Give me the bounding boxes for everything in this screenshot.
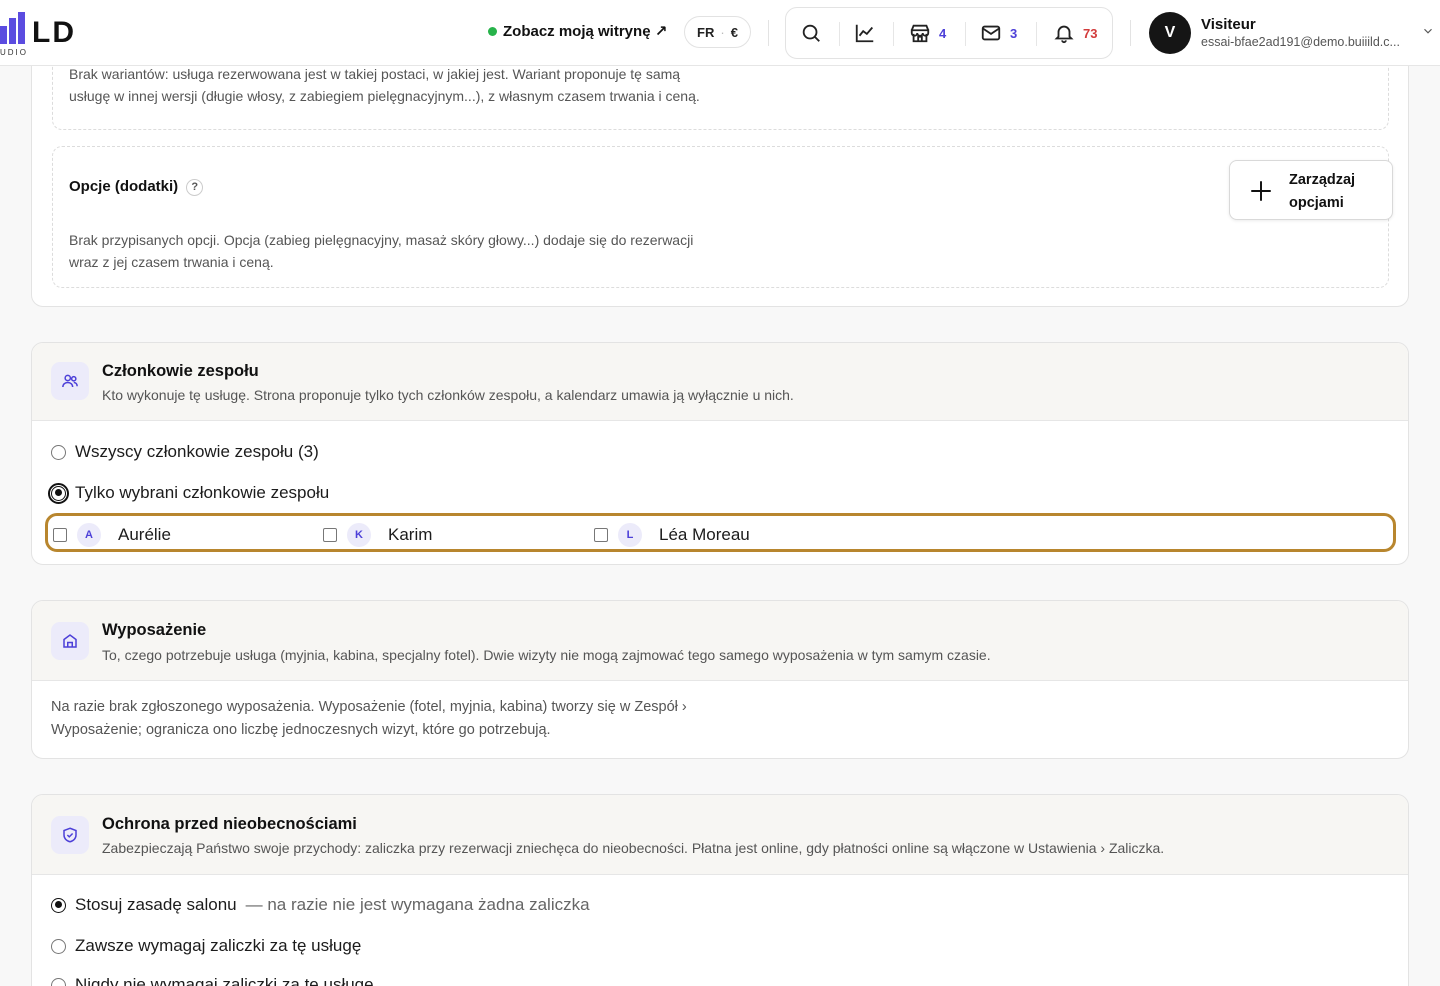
radio-selected-members-label: Tylko wybrani członkowie zespołu [75,483,330,502]
radio-circle[interactable] [51,444,66,460]
language-code: FR [697,24,715,40]
member-name: Léa Moreau [659,525,750,544]
variants-text-line: Brak wariantów: usługa rezerwowana jest … [69,66,681,82]
online-status-dot [488,26,497,36]
toolbar-divider [839,22,840,46]
member-checkbox-karim[interactable]: K Karim [323,523,432,547]
radio-circle[interactable] [51,938,66,954]
shop-count-badge: 4 [939,25,947,41]
notifications-button[interactable]: 73 [1053,22,1097,44]
radio-salon-policy-label: Stosuj zasadę salonu [75,895,237,914]
radio-salon-policy[interactable]: Stosuj zasadę salonu — na razie nie jest… [51,895,590,915]
equipment-text-line: Na razie brak zgłoszonego wyposażenia. W… [51,699,687,715]
manage-options-button[interactable]: Zarządzaj opcjami [1229,160,1393,220]
options-title: Opcje (dodatki) [69,178,179,195]
member-avatar: A [77,523,101,547]
header-toolbar: 4 3 73 [785,7,1113,59]
team-members-card: Członkowie zespołu Kto wykonuje tę usług… [31,342,1409,565]
messages-button[interactable]: 3 [980,22,1017,44]
plus-icon [1251,181,1271,201]
user-avatar[interactable]: V [1149,12,1191,54]
member-name: Karim [388,525,433,544]
noshow-protection-card: Ochrona przed nieobecnościami Zabezpiecz… [31,794,1409,986]
team-description: Kto wykonuje tę usługę. Strona proponuje… [102,387,794,403]
radio-never-deposit-label: Nigdy nie wymagaj zaliczki za tę usługę [75,975,374,986]
mail-count-badge: 3 [1010,25,1018,41]
bell-icon [1054,25,1074,44]
equipment-description: To, czego potrzebuje usługa (myjnia, kab… [102,647,991,663]
team-icon-badge [51,362,89,400]
radio-circle[interactable] [51,977,66,986]
shield-check-icon [63,827,77,843]
variants-text-line: usługę w innej wersji (długie włosy, z z… [69,88,700,104]
view-site-label: Zobacz moją witrynę ↗ [503,23,668,40]
radio-circle-selected[interactable] [51,897,66,913]
header-divider [768,20,769,46]
radio-circle-selected[interactable] [48,482,69,504]
equipment-empty-text: Na razie brak zgłoszonego wyposażenia. W… [51,696,687,742]
noshow-card-header: Ochrona przed nieobecnościami Zabezpiecz… [32,795,1408,875]
radio-selected-members[interactable]: Tylko wybrani członkowie zespołu [48,482,330,504]
chart-line-icon [855,24,874,43]
users-icon [62,374,78,388]
radio-all-members-label: Wszyscy członkowie zespołu (3) [75,442,319,461]
brand-logo[interactable]: LD UDIO [0,10,96,58]
noshow-icon-badge [51,816,89,854]
member-name: Aurélie [118,525,171,544]
home-icon [63,634,77,648]
mail-icon [981,25,1001,41]
help-icon[interactable]: ? [186,178,204,196]
options-title-row: Opcje (dodatki)? [69,178,204,196]
member-checkbox[interactable] [594,528,608,542]
team-title: Członkowie zespołu [102,362,259,380]
options-box: Opcje (dodatki)? Zarządzaj opcjami Brak … [52,146,1393,288]
store-icon [910,24,930,43]
member-selection-group: A Aurélie K Karim L Léa Moreau [45,513,1396,552]
variants-empty-text: Brak wariantów: usługa rezerwowana jest … [69,63,700,107]
radio-always-deposit[interactable]: Zawsze wymagaj zaliczki za tę usługę [51,936,361,956]
search-button[interactable] [800,22,822,44]
equipment-text-line: Wyposażenie; ogranicza ono liczbę jednoc… [51,722,551,738]
notification-count-badge: 73 [1083,25,1098,41]
toolbar-divider [1036,22,1037,46]
radio-all-members[interactable]: Wszyscy członkowie zespołu (3) [51,442,319,462]
member-avatar: L [618,523,642,547]
member-avatar: K [347,523,371,547]
member-checkbox[interactable] [323,528,337,542]
member-checkbox[interactable] [53,528,67,542]
language-currency-switcher[interactable]: FR · € [684,16,751,48]
equipment-card-header: Wyposażenie To, czego potrzebuje usługa … [32,601,1408,681]
equipment-title: Wyposażenie [102,621,207,639]
shop-button[interactable]: 4 [909,22,946,44]
chevron-down-icon[interactable] [1421,24,1435,38]
noshow-title: Ochrona przed nieobecnościami [102,815,357,833]
user-name[interactable]: Visiteur [1201,16,1256,33]
radio-salon-policy-suffix: — na razie nie jest wymagana żadna zalic… [245,895,590,914]
header-divider [1130,20,1131,46]
options-text-line: wraz z jej czasem trwania i ceną. [69,254,274,270]
logo-bars-icon [0,12,28,44]
team-card-header: Członkowie zespołu Kto wykonuje tę usług… [32,343,1408,421]
radio-always-deposit-label: Zawsze wymagaj zaliczki za tę usługę [75,936,362,955]
view-site-link[interactable]: Zobacz moją witrynę ↗ [488,22,667,40]
radio-never-deposit[interactable]: Nigdy nie wymagaj zaliczki za tę usługę [51,975,374,986]
stats-button[interactable] [854,22,876,44]
options-text-line: Brak przypisanych opcji. Opcja (zabieg p… [69,232,694,248]
user-email: essai-bfae2ad191@demo.buiiild.c... [1201,35,1400,49]
logo-text: LD [32,16,76,49]
separator-dot: · [720,24,725,40]
options-empty-text: Brak przypisanych opcji. Opcja (zabieg p… [69,229,693,273]
member-checkbox-lea-moreau[interactable]: L Léa Moreau [594,523,750,547]
logo-subtext: UDIO [0,48,28,57]
equipment-card: Wyposażenie To, czego potrzebuje usługa … [31,600,1409,759]
toolbar-divider [893,22,894,46]
currency-symbol: € [730,24,738,40]
top-header: LD UDIO Zobacz moją witrynę ↗ FR · € 4 3 [0,0,1440,66]
equipment-icon-badge [51,622,89,660]
noshow-description: Zabezpieczają Państwo swoje przychody: z… [102,840,1165,856]
toolbar-divider [965,22,966,46]
member-checkbox-aurelie[interactable]: A Aurélie [53,523,171,547]
manage-options-label: Zarządzaj opcjami [1289,172,1356,211]
search-icon [802,24,820,42]
